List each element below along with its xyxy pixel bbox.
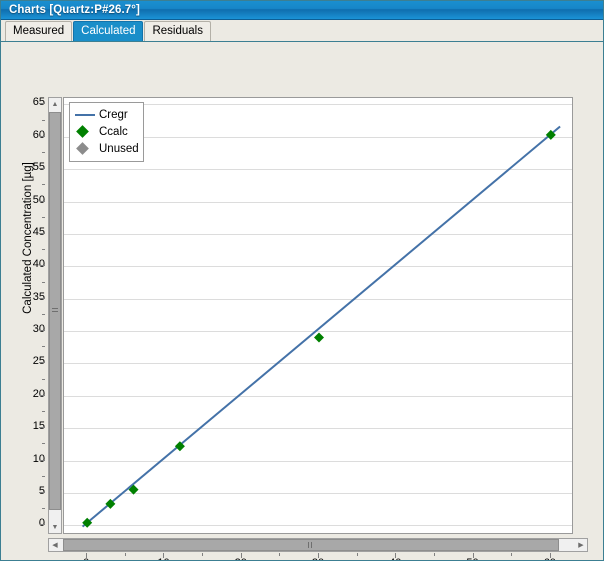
window-title-bar: Charts [Quartz:P#26.7°] [1, 1, 603, 20]
x-tick-mark [318, 553, 319, 558]
x-tick-mark [86, 553, 87, 558]
x-tick-mark [473, 553, 474, 558]
tab-calculated-label: Calculated [81, 25, 135, 37]
x-tick-mark [163, 553, 164, 558]
x-tick-mark-minor [279, 553, 280, 556]
tab-residuals-label: Residuals [152, 25, 203, 37]
x-tick-mark [550, 553, 551, 558]
x-tick-mark [395, 553, 396, 558]
chart-panel: Calculated Concentration [µg] 0510152025… [1, 42, 603, 560]
tab-calculated[interactable]: Calculated [73, 21, 143, 41]
x-axis-tick-labels: 0102030405060 [1, 42, 603, 560]
x-tick-mark-minor [202, 553, 203, 556]
tab-measured[interactable]: Measured [5, 21, 72, 41]
tab-strip: Measured Calculated Residuals [1, 20, 603, 42]
x-tick-mark-minor [434, 553, 435, 556]
x-tick-mark-minor [125, 553, 126, 556]
charts-window: Charts [Quartz:P#26.7°] Measured Calcula… [0, 0, 604, 561]
page-title: Charts [Quartz:P#26.7°] [9, 4, 140, 16]
x-tick-mark-minor [511, 553, 512, 556]
tab-residuals[interactable]: Residuals [144, 21, 211, 41]
x-tick-mark-minor [357, 553, 358, 556]
x-tick-mark [241, 553, 242, 558]
tab-measured-label: Measured [13, 25, 64, 37]
